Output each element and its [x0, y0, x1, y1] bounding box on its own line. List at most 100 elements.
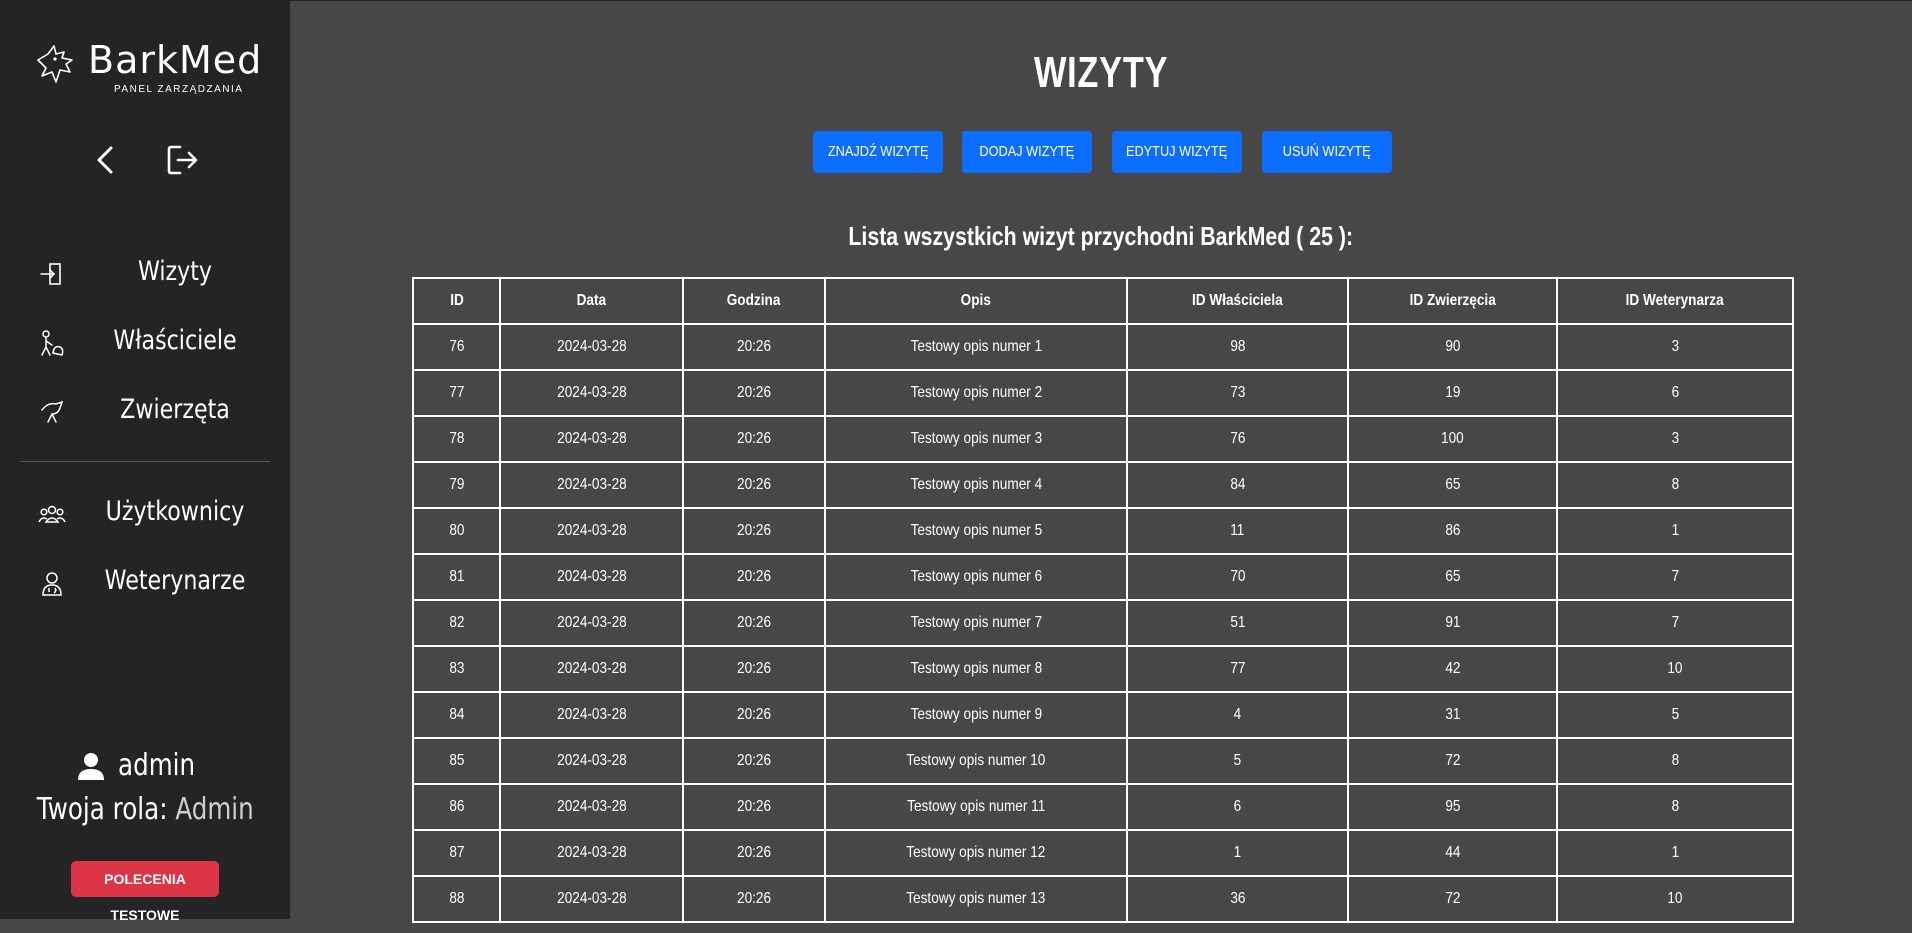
edit-visit-button[interactable]: EDYTUJ WIZYTĘ	[1112, 131, 1242, 173]
table-cell-value: 84	[448, 706, 465, 723]
table-cell-value: 20:26	[736, 568, 772, 585]
table-cell-value: 20:26	[736, 522, 772, 539]
logo[interactable]: BarkMed PANEL ZARZĄDZANIA	[30, 38, 262, 98]
table-cell-value: 7	[1671, 568, 1679, 585]
find-visit-label: ZNAJDŹ WIZYTĘ	[827, 143, 929, 160]
table-cell: 20:26	[682, 691, 826, 739]
logo-text: BarkMed	[88, 38, 263, 82]
test-commands-button[interactable]: POLECENIA TESTOWE	[71, 861, 219, 923]
table-cell-value: 70	[1229, 568, 1246, 585]
table-cell: 79	[412, 461, 501, 509]
table-cell: 6	[1556, 369, 1794, 417]
table-row[interactable]: 79 2024-03-28 20:26 Testowy opis numer 4 84 6…	[412, 461, 1794, 509]
table-cell-value: 4	[1233, 706, 1242, 723]
table-cell: 70	[1126, 553, 1349, 601]
table-cell: 90	[1347, 323, 1558, 371]
page-title-text: WIZYTY	[1033, 48, 1169, 97]
table-cell-value: 79	[448, 476, 465, 493]
table-cell-value: 44	[1444, 844, 1461, 861]
table-row[interactable]: 82 2024-03-28 20:26 Testowy opis numer 7 51 9…	[412, 599, 1794, 647]
table-cell-value: 2024-03-28	[556, 706, 627, 723]
table-cell: 72	[1347, 875, 1558, 923]
table-body: 76 2024-03-28 20:26 Testowy opis numer 1 98 9…	[412, 323, 1794, 923]
sidebar-item-uzytkownicy[interactable]: Użytkownicy	[0, 486, 290, 542]
table-cell: 72	[1347, 737, 1558, 785]
table-row[interactable]: 84 2024-03-28 20:26 Testowy opis numer 9 4 31…	[412, 691, 1794, 739]
table-cell: 76	[412, 323, 501, 371]
table-cell-value: 8	[1671, 798, 1679, 815]
column-header: ID Zwierzęcia	[1347, 277, 1558, 325]
table-header-row: ID Data Godzina Opis ID Właściciela ID Zwierz…	[412, 277, 1794, 325]
table-cell: 2024-03-28	[499, 323, 684, 371]
table-cell-value: 2024-03-28	[556, 614, 627, 631]
column-header-label: ID Zwierzęcia	[1409, 292, 1496, 309]
table-cell: 2024-03-28	[499, 829, 684, 877]
table-row[interactable]: 78 2024-03-28 20:26 Testowy opis numer 3 76 1…	[412, 415, 1794, 463]
table-cell-value: 65	[1444, 476, 1461, 493]
table-cell: 2024-03-28	[499, 369, 684, 417]
table-cell-value: 20:26	[736, 384, 772, 401]
back-button[interactable]	[86, 140, 126, 180]
table-row[interactable]: 77 2024-03-28 20:26 Testowy opis numer 2 73 1…	[412, 369, 1794, 417]
table-cell-value: 2024-03-28	[556, 522, 627, 539]
owner-icon	[41, 330, 64, 356]
table-cell: 5	[1556, 691, 1794, 739]
animal-icon	[41, 400, 64, 423]
table-cell-value: 100	[1441, 430, 1464, 447]
table-cell: 20:26	[682, 507, 826, 555]
table-cell-value: Testowy opis numer 7	[910, 614, 1042, 631]
table-cell-value: 31	[1444, 706, 1461, 723]
table-cell-value: 65	[1444, 568, 1461, 585]
table-cell: 4	[1126, 691, 1349, 739]
sidebar-item-wizyty[interactable]: Wizyty	[0, 246, 290, 302]
column-header: Opis	[824, 277, 1128, 325]
table-row[interactable]: 81 2024-03-28 20:26 Testowy opis numer 6 70 6…	[412, 553, 1794, 601]
sidebar-item-zwierzeta[interactable]: Zwierzęta	[0, 384, 290, 440]
table-cell: Testowy opis numer 4	[824, 461, 1128, 509]
table-row[interactable]: 88 2024-03-28 20:26 Testowy opis numer 13 36…	[412, 875, 1794, 923]
table-cell: 95	[1347, 783, 1558, 831]
table-row[interactable]: 76 2024-03-28 20:26 Testowy opis numer 1 98 9…	[412, 323, 1794, 371]
find-visit-button[interactable]: ZNAJDŹ WIZYTĘ	[813, 131, 943, 173]
table-cell: 2024-03-28	[499, 737, 684, 785]
user-role: Twoja rola: Admin	[0, 792, 290, 827]
add-visit-button[interactable]: DODAJ WIZYTĘ	[962, 131, 1092, 173]
table-cell: 100	[1347, 415, 1558, 463]
table-cell: 73	[1126, 369, 1349, 417]
sidebar-divider	[20, 461, 270, 462]
table-cell: Testowy opis numer 8	[824, 645, 1128, 693]
table-cell: Testowy opis numer 12	[824, 829, 1128, 877]
table-row[interactable]: 83 2024-03-28 20:26 Testowy opis numer 8 77 4…	[412, 645, 1794, 693]
column-header-label: ID Weterynarza	[1625, 292, 1725, 309]
table-cell: 8	[1556, 783, 1794, 831]
table-cell: 3	[1556, 415, 1794, 463]
table-cell-value: 2024-03-28	[556, 798, 627, 815]
table-cell-value: 3	[1671, 430, 1679, 447]
table-cell: 85	[412, 737, 501, 785]
table-row[interactable]: 80 2024-03-28 20:26 Testowy opis numer 5 11 8…	[412, 507, 1794, 555]
table-cell: 42	[1347, 645, 1558, 693]
list-caption-text: Lista wszystkich wizyt przychodni BarkMe…	[848, 221, 1354, 251]
table-cell: 36	[1126, 875, 1349, 923]
table-cell: 20:26	[682, 415, 826, 463]
column-header-label: ID Właściciela	[1192, 292, 1283, 309]
table-row[interactable]: 85 2024-03-28 20:26 Testowy opis numer 10 5 7…	[412, 737, 1794, 785]
table-cell: 8	[1556, 461, 1794, 509]
logout-button[interactable]	[162, 140, 202, 180]
table-cell: Testowy opis numer 2	[824, 369, 1128, 417]
page-title: WIZYTY	[290, 48, 1912, 98]
delete-visit-button[interactable]: USUŃ WIZYTĘ	[1262, 131, 1392, 173]
table-cell: 20:26	[682, 323, 826, 371]
table-row[interactable]: 87 2024-03-28 20:26 Testowy opis numer 12 1 4…	[412, 829, 1794, 877]
table-cell-value: 86	[1444, 522, 1461, 539]
table-cell-value: 85	[448, 752, 465, 769]
table-cell: 31	[1347, 691, 1558, 739]
table-row[interactable]: 86 2024-03-28 20:26 Testowy opis numer 11 6 9…	[412, 783, 1794, 831]
table-cell: 2024-03-28	[499, 553, 684, 601]
sidebar-item-weterynarze[interactable]: Weterynarze	[0, 555, 290, 611]
table-cell-value: 86	[448, 798, 465, 815]
table-cell-value: 20:26	[736, 798, 772, 815]
table-cell-value: 10	[1667, 660, 1683, 677]
sidebar-item-wlasciciele[interactable]: Właściciele	[0, 315, 290, 371]
table-cell-value: 20:26	[736, 338, 772, 355]
